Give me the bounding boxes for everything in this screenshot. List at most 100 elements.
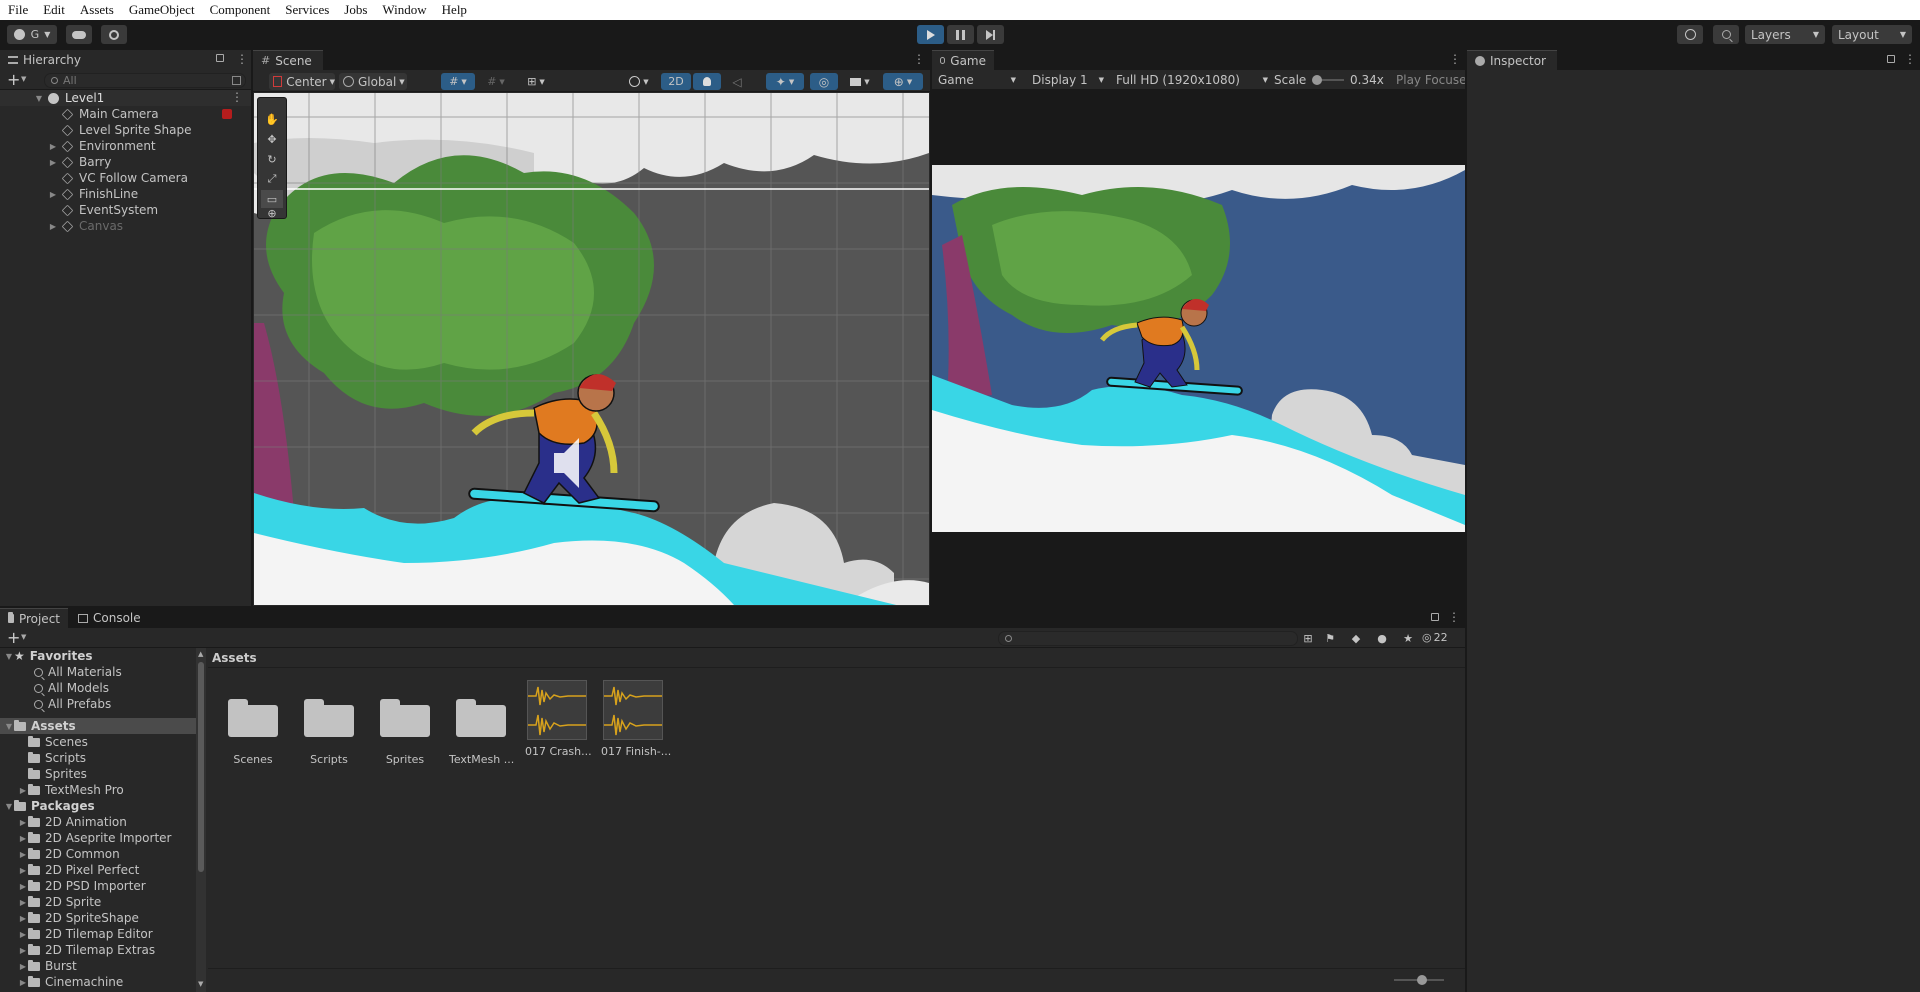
tree-folder-item[interactable]: ▶ 2D Common (0, 846, 196, 862)
lock-icon[interactable] (1887, 55, 1895, 63)
tab-console[interactable]: Console (70, 608, 152, 628)
game-view-dropdown[interactable]: Game ▼ (934, 72, 1020, 88)
project-search-input[interactable] (998, 631, 1298, 646)
log-types-icon[interactable]: ● (1374, 630, 1390, 646)
favorite-item[interactable]: All Prefabs (0, 696, 196, 712)
move-tool-icon[interactable]: ✥ (261, 130, 283, 148)
effects-toggle[interactable]: ✦ ▼ (766, 73, 804, 90)
gizmos-dropdown[interactable]: ⊕ ▼ (883, 73, 923, 90)
hierarchy-item[interactable]: ▶ Barry (0, 154, 251, 170)
tree-folder-item[interactable]: Scenes (0, 734, 196, 750)
chevron-right-icon[interactable]: ▶ (18, 882, 28, 891)
menu-jobs[interactable]: Jobs (336, 2, 374, 18)
search-by-type-icon[interactable]: ⊞ (1300, 630, 1316, 646)
scale-tool-icon[interactable]: ⤢ (261, 170, 283, 188)
toggle-2d-button[interactable]: 2D (661, 73, 691, 90)
scene-viewport[interactable]: ✋ ✥ ↻ ⤢ ▭ ⊕ (254, 93, 929, 605)
space-dropdown[interactable]: Global ▼ (339, 73, 407, 90)
slider-thumb[interactable] (1312, 75, 1322, 85)
tree-folder-item[interactable]: ▶ TextMesh Pro (0, 782, 196, 798)
increment-snap-button[interactable]: ⊞ ▼ (519, 73, 553, 90)
cloud-button[interactable] (66, 25, 92, 44)
tab-inspector[interactable]: Inspector (1467, 50, 1557, 70)
account-dropdown[interactable]: G ▼ (7, 25, 57, 44)
tree-section-assets[interactable]: ▼ Assets (0, 718, 196, 734)
more-options-icon[interactable]: ⋮ (1904, 52, 1916, 66)
chevron-right-icon[interactable]: ▶ (48, 222, 58, 231)
chevron-right-icon[interactable]: ▶ (18, 930, 28, 939)
game-viewport[interactable] (932, 165, 1465, 532)
chevron-down-icon[interactable]: ▼ (4, 802, 14, 811)
menu-component[interactable]: Component (202, 2, 278, 18)
hidden-packages-toggle[interactable]: ◎ 22 (1422, 631, 1448, 644)
resolution-dropdown[interactable]: Full HD (1920x1080) ▼ (1112, 72, 1272, 88)
tree-folder-item[interactable]: ▶ Cinemachine (0, 974, 196, 990)
add-icon[interactable]: + (7, 70, 20, 89)
hierarchy-item[interactable]: ▶ Environment (0, 138, 251, 154)
display-dropdown[interactable]: Display 1 ▼ (1028, 72, 1108, 88)
tree-scrollbar[interactable]: ▲ ▼ (196, 648, 206, 992)
tab-hierarchy[interactable]: Hierarchy (0, 50, 251, 70)
asset-folder[interactable]: Scenes (221, 680, 285, 766)
scene-root-row[interactable]: ▼ Level1 ⋮ (0, 90, 251, 106)
search-button[interactable] (1713, 25, 1739, 44)
tree-folder-item[interactable]: Scripts (0, 750, 196, 766)
menu-help[interactable]: Help (434, 2, 474, 18)
hierarchy-item[interactable]: VC Follow Camera (0, 170, 251, 186)
tree-section-packages[interactable]: ▼ Packages (0, 798, 196, 814)
menu-file[interactable]: File (0, 2, 35, 18)
tree-folder-item[interactable]: ▶ 2D Tilemap Extras (0, 942, 196, 958)
hierarchy-item[interactable]: Level Sprite Shape (0, 122, 251, 138)
chevron-right-icon[interactable]: ▶ (18, 834, 28, 843)
chevron-right-icon[interactable]: ▶ (18, 818, 28, 827)
scale-slider[interactable] (1312, 75, 1344, 85)
hierarchy-item[interactable]: ▶ FinishLine (0, 186, 251, 202)
chevron-right-icon[interactable]: ▶ (18, 898, 28, 907)
asset-folder[interactable]: TextMesh ... (449, 680, 514, 766)
hand-tool-icon[interactable]: ✋ (261, 110, 283, 128)
chevron-right-icon[interactable]: ▶ (18, 914, 28, 923)
favorite-item[interactable]: All Models (0, 680, 196, 696)
tree-folder-item[interactable]: ▶ 2D SpriteShape (0, 910, 196, 926)
pivot-dropdown[interactable]: Center ▼ (269, 73, 335, 90)
chevron-right-icon[interactable]: ▶ (18, 866, 28, 875)
step-button[interactable] (977, 25, 1004, 44)
chevron-right-icon[interactable]: ▶ (18, 978, 28, 987)
more-options-icon[interactable]: ⋮ (236, 52, 248, 66)
tree-folder-item[interactable]: ▶ 2D Aseprite Importer (0, 830, 196, 846)
menu-assets[interactable]: Assets (72, 2, 121, 18)
tree-folder-item[interactable]: ▶ 2D Pixel Perfect (0, 862, 196, 878)
lock-icon[interactable] (216, 54, 224, 62)
tab-scene[interactable]: # Scene (253, 50, 323, 70)
tree-folder-item[interactable]: ▶ 2D Animation (0, 814, 196, 830)
hierarchy-search-input[interactable]: All (44, 73, 246, 88)
play-button[interactable] (917, 25, 944, 44)
menu-services[interactable]: Services (277, 2, 336, 18)
chevron-down-icon[interactable]: ▼ (4, 652, 14, 661)
chevron-right-icon[interactable]: ▶ (18, 786, 28, 795)
draw-mode-dropdown[interactable]: ▼ (623, 73, 655, 90)
play-focused-dropdown[interactable]: Play Focused (1392, 72, 1465, 88)
lighting-toggle[interactable] (693, 73, 721, 90)
scrollbar-thumb[interactable] (198, 662, 204, 872)
tree-folder-item[interactable]: Sprites (0, 766, 196, 782)
camera-settings-dropdown[interactable]: ▼ (843, 73, 877, 90)
hierarchy-item[interactable]: Main Camera (0, 106, 251, 122)
undo-history-button[interactable] (1677, 25, 1703, 44)
collab-button[interactable] (101, 25, 127, 44)
chevron-down-icon[interactable]: ▼ (4, 722, 14, 731)
tree-section-favorites[interactable]: ▼ ★ Favorites (0, 648, 196, 664)
transform-tool-icon[interactable]: ⊕ (261, 206, 283, 220)
chevron-down-icon[interactable]: ▼ (34, 94, 44, 103)
zoom-slider[interactable] (1394, 975, 1444, 985)
more-options-icon[interactable]: ⋮ (1449, 52, 1461, 66)
hierarchy-item[interactable]: ▶ Canvas (0, 218, 251, 234)
chevron-right-icon[interactable]: ▶ (18, 850, 28, 859)
filter-icon[interactable] (232, 76, 241, 85)
menu-gameobject[interactable]: GameObject (121, 2, 202, 18)
layers-dropdown[interactable]: Layers ▼ (1745, 25, 1825, 44)
layout-dropdown[interactable]: Layout ▼ (1832, 25, 1912, 44)
tree-folder-item[interactable]: ▶ 2D Tilemap Editor (0, 926, 196, 942)
more-options-icon[interactable]: ⋮ (913, 52, 925, 66)
grid-snap-toggle[interactable]: # ▼ (441, 73, 475, 90)
